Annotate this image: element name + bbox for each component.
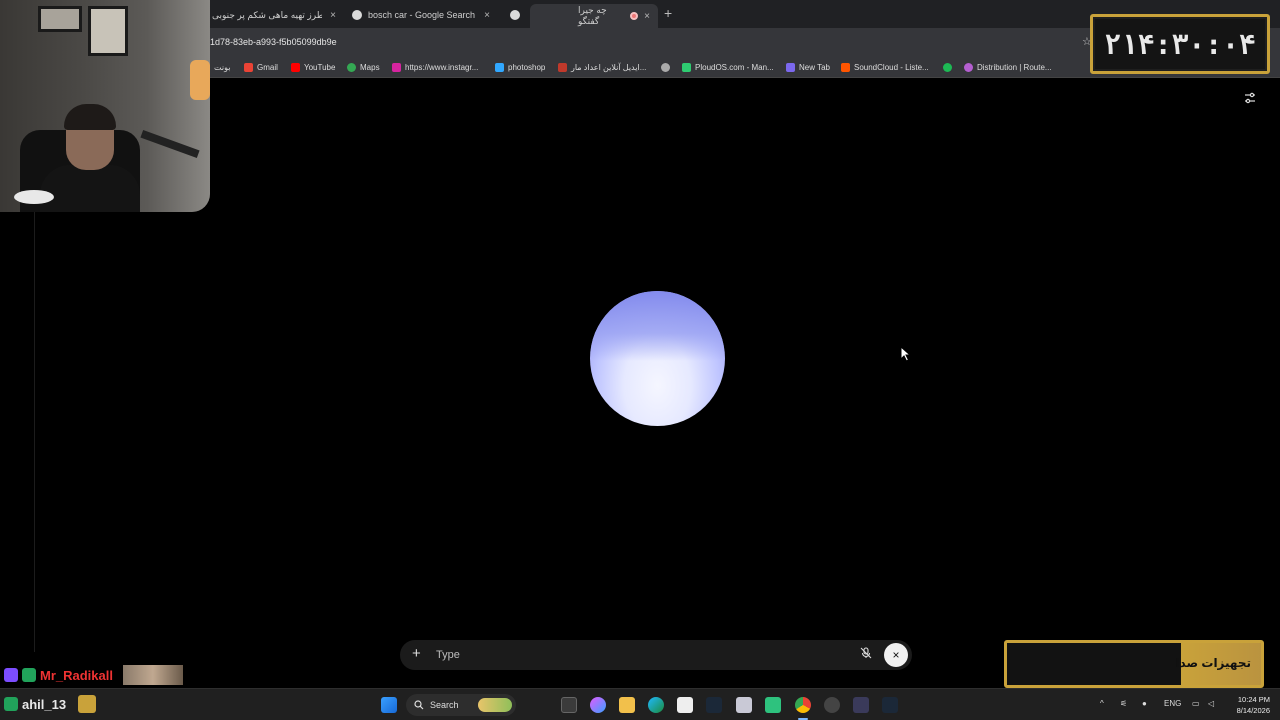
stream-timer: ۲۱۴:۳۰:۰۴ (1090, 14, 1270, 74)
photoshop-icon (495, 62, 504, 72)
soundcloud-icon (841, 62, 850, 72)
tab-close-icon[interactable]: × (644, 11, 650, 22)
start-windows-icon[interactable] (381, 697, 397, 713)
new-tab-icon (786, 62, 795, 72)
stream-timer-text: ۲۱۴:۳۰:۰۴ (1104, 27, 1256, 61)
steam-icon[interactable] (706, 697, 722, 713)
bookmark-persian-site[interactable]: ایدیل آنلاین اعداد مار... (558, 60, 646, 74)
tab-label: طرز تهیه ماهی شکم پر جنوبی (212, 9, 322, 20)
emote-icon (78, 695, 97, 713)
wall-picture-frame (38, 6, 82, 32)
clock-date: 8/14/2026 (1236, 706, 1270, 715)
cup (14, 190, 54, 204)
search-icon (414, 700, 424, 710)
file-explorer-icon[interactable] (619, 697, 635, 713)
streamer-body (40, 165, 140, 212)
tab-label: چه جیرا گفتگو (578, 5, 607, 26)
tab-fish-recipe[interactable]: طرز تهیه ماهی شکم پر جنوبی × (204, 4, 344, 26)
youtube-icon (291, 62, 300, 72)
search-highlight-icon (478, 698, 512, 712)
bookmark-globe[interactable] (661, 60, 670, 74)
microphone-tray-icon[interactable]: ● (1142, 699, 1147, 708)
sponsor-text: تجهیزات صدا (1175, 656, 1251, 670)
chrome-icon[interactable] (795, 697, 811, 713)
taskbar-clock[interactable]: 10:24 PM 8/14/2026 (1226, 694, 1270, 716)
network-icon[interactable]: ⚟ (1120, 699, 1127, 708)
maps-pin-icon (347, 62, 356, 72)
bookmark-soundcloud[interactable]: SoundCloud - Liste... (841, 60, 929, 74)
app-icon[interactable] (853, 697, 869, 713)
bookmark-ploudos[interactable]: PloudOS.com - Man... (682, 60, 774, 74)
chat-username: ahil_13 (22, 696, 67, 712)
chat-message: ahil_13 (4, 694, 97, 714)
openai-favicon-icon (510, 10, 520, 20)
message-input[interactable]: Type (436, 649, 460, 661)
tray-chevron-icon[interactable]: ^ (1100, 699, 1104, 708)
globe-icon (661, 62, 670, 72)
attach-plus-button[interactable]: + (412, 646, 421, 662)
flag-icon (558, 62, 567, 72)
voice-orb-highlight (590, 291, 725, 361)
bookmark-spotify[interactable] (943, 60, 952, 74)
tab-close-icon[interactable]: × (330, 10, 336, 21)
subscriber-badge-icon (4, 668, 18, 682)
store-icon[interactable] (677, 697, 693, 713)
mic-muted-icon[interactable] (860, 647, 872, 662)
taskbar-search-label: Search (430, 700, 459, 710)
tab-google-search[interactable]: bosch car - Google Search × (344, 4, 498, 26)
copilot-icon[interactable] (590, 697, 606, 713)
openai-app-icon[interactable] (824, 697, 840, 713)
chat-emote (122, 665, 183, 685)
webcam-overlay (0, 0, 210, 212)
bookmark-photoshop[interactable]: photoshop (495, 60, 545, 74)
bookmark-youtube[interactable]: YouTube (291, 60, 335, 74)
taskbar-search[interactable]: Search (406, 694, 516, 716)
bookmark-gmail[interactable]: Gmail (244, 60, 278, 74)
chat-message: Mr_Radikall (4, 664, 183, 686)
sponsor-banner: تجهیزات صدا (1004, 640, 1264, 688)
new-tab-plus-icon[interactable]: + (664, 5, 672, 21)
bookmark-instagram[interactable]: https://www.instagr... (392, 60, 478, 74)
bookmark-item[interactable]: بونت (214, 60, 230, 74)
instagram-icon (392, 62, 401, 72)
ploudos-icon (682, 62, 691, 72)
windows-taskbar: Search ^ ⚟ ● ENG ▭ ◁ 10:24 PM 8/14/2026 (0, 688, 1280, 720)
bookmark-maps[interactable]: Maps (347, 60, 380, 74)
gmail-icon (244, 62, 253, 72)
star-badge-icon (4, 697, 18, 711)
mouse-cursor-icon (900, 346, 912, 362)
task-view-icon[interactable] (561, 697, 577, 713)
tab-label: bosch car - Google Search (368, 10, 476, 20)
divider (34, 212, 35, 652)
tab-chat-conversation[interactable]: چه جیرا گفتگو × (530, 4, 658, 28)
distribution-icon (964, 62, 973, 72)
chat-username: Mr_Radikall (40, 667, 113, 683)
bookmark-new-tab[interactable]: New Tab (786, 60, 830, 74)
steam-icon[interactable] (882, 697, 898, 713)
wall-picture-frame (88, 6, 128, 56)
vpn-icon[interactable] (736, 697, 752, 713)
message-composer: + Type × (400, 640, 912, 670)
google-favicon-icon (352, 10, 362, 20)
address-bar-url[interactable]: 1d78-83eb-a993-f5b05099db9e (210, 37, 337, 47)
app-icon[interactable] (765, 697, 781, 713)
settings-sliders-icon[interactable] (1244, 92, 1258, 104)
verified-badge-icon (22, 668, 36, 682)
edge-icon[interactable] (648, 697, 664, 713)
language-indicator[interactable]: ENG (1164, 699, 1181, 708)
clock-time: 10:24 PM (1237, 695, 1270, 704)
tab-openai[interactable] (502, 4, 530, 26)
end-voice-button[interactable]: × (884, 643, 908, 667)
spotify-icon (943, 62, 952, 72)
lamp (190, 60, 210, 100)
tab-close-icon[interactable]: × (484, 10, 490, 21)
bookmark-distribution[interactable]: Distribution | Route... (964, 60, 1052, 74)
display-icon[interactable]: ▭ (1192, 699, 1200, 708)
recording-indicator-icon (630, 12, 639, 20)
volume-icon[interactable]: ◁ (1208, 699, 1214, 708)
